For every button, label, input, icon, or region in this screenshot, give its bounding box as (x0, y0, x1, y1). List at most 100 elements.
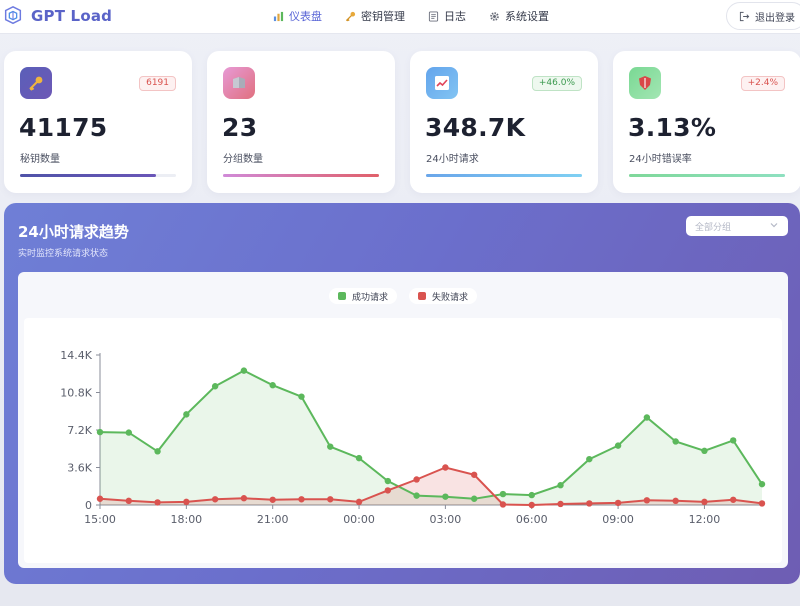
data-point (413, 476, 420, 483)
data-point (470, 471, 478, 478)
data-point (758, 480, 766, 488)
logout-button[interactable]: 退出登录 (726, 2, 800, 30)
legend-item-success[interactable]: 成功请求 (328, 288, 397, 304)
stat-card-keys: 6191 41175 秘钥数量 (4, 51, 192, 193)
shield-icon (629, 67, 661, 99)
data-point (125, 497, 132, 505)
data-point (125, 429, 132, 436)
data-point (470, 495, 478, 502)
group-select[interactable]: 全部分组 (686, 216, 788, 236)
data-point (586, 455, 593, 463)
legend-label: 成功请求 (351, 292, 388, 303)
nav-system-settings[interactable]: 系统设置 (488, 8, 549, 24)
progress-track (223, 174, 379, 177)
data-point (269, 382, 276, 389)
chevron-down-icon (770, 223, 778, 228)
app-logo[interactable]: GPT Load (2, 5, 112, 27)
data-point (614, 499, 622, 507)
status-badge: +2.4% (740, 76, 785, 91)
stat-label: 秘钥数量 (20, 154, 60, 165)
legend-item-failure[interactable]: 失败请求 (409, 288, 478, 304)
y-tick-label: 10.8K (60, 387, 92, 400)
stat-card-groups: 23 分组数量 (207, 51, 395, 193)
nav-label: 仪表盘 (289, 10, 322, 23)
data-point (672, 497, 679, 505)
gear-icon (488, 10, 500, 22)
data-point (413, 492, 420, 499)
x-tick-label: 15:00 (84, 513, 116, 526)
legend-swatch (337, 292, 346, 300)
x-tick-label: 12:00 (689, 513, 721, 526)
data-point (701, 447, 708, 455)
top-header: GPT Load 仪表盘 密钥管理 日志 系统设置 退出登录 (0, 0, 800, 34)
data-point (730, 437, 737, 444)
data-point (211, 383, 219, 390)
progress-fill (426, 174, 582, 177)
data-point (240, 367, 248, 374)
stat-value: 3.13% (628, 113, 717, 142)
nav-logs[interactable]: 日志 (427, 8, 466, 24)
y-tick-label: 14.4K (60, 349, 92, 362)
data-point (154, 448, 161, 455)
trend-up-icon (426, 67, 458, 99)
data-point (672, 438, 679, 445)
data-point (327, 443, 334, 450)
stat-card-requests: +46.0% 348.7K 24小时请求 (410, 51, 598, 193)
y-tick-label: 3.6K (67, 462, 92, 475)
data-point (384, 487, 392, 494)
nav-dashboard[interactable]: 仪表盘 (272, 8, 322, 24)
status-badge: +46.0% (531, 76, 582, 91)
request-trend-panel: 24小时请求趋势 实时监控系统请求状态 全部分组 成功请求 失败请求 0 3.6K… (4, 203, 800, 584)
data-point (327, 496, 334, 503)
nav-label: 日志 (444, 10, 466, 23)
logo-icon (4, 6, 22, 25)
stat-value: 23 (222, 113, 258, 142)
data-point (614, 442, 622, 449)
data-point (499, 490, 507, 498)
data-point (528, 491, 535, 499)
progress-track (629, 174, 785, 177)
data-point (240, 495, 248, 502)
data-point (269, 496, 276, 503)
line-chart: 0 3.6K 7.2K 10.8K 14.4K 15:00 18:00 21:00 00:00 0… (60, 349, 766, 526)
x-tick-label: 03:00 (430, 513, 462, 526)
plot-area: 0 3.6K 7.2K 10.8K 14.4K 15:00 18:00 21:00 00:00 0… (24, 318, 782, 563)
chart-container: 成功请求 失败请求 0 3.6K 7.2K 10.8K 14.4K 15:00 18:00 2… (18, 272, 788, 568)
data-point (154, 499, 161, 506)
data-point (442, 493, 449, 500)
data-point (183, 498, 190, 506)
x-tick-label: 18:00 (170, 513, 202, 526)
document-icon (427, 10, 439, 22)
data-point (183, 411, 190, 418)
key-icon (344, 10, 356, 22)
stat-value: 41175 (19, 113, 108, 142)
data-point (384, 477, 392, 485)
group-select-value: 全部分组 (695, 222, 732, 233)
data-point (758, 500, 766, 507)
y-tick-label: 0 (85, 499, 92, 512)
logout-icon (739, 11, 750, 21)
nav-key-management[interactable]: 密钥管理 (344, 8, 405, 24)
legend-label: 失败请求 (432, 292, 469, 303)
stat-card-error-rate: +2.4% 3.13% 24小时错误率 (613, 51, 800, 193)
x-tick-label: 09:00 (602, 513, 634, 526)
main-nav: 仪表盘 密钥管理 日志 系统设置 (272, 0, 571, 32)
x-tick-label: 00:00 (343, 513, 375, 526)
progress-track (426, 174, 582, 177)
data-point (355, 454, 363, 462)
x-tick-label: 06:00 (516, 513, 548, 526)
panel-subtitle: 实时监控系统请求状态 (18, 249, 109, 259)
data-point (586, 500, 593, 507)
stat-label: 分组数量 (223, 154, 263, 165)
bar-chart-icon (272, 10, 284, 22)
data-point (355, 498, 363, 506)
data-point (701, 498, 708, 506)
data-point (528, 501, 535, 509)
data-point (211, 496, 219, 503)
nav-label: 密钥管理 (361, 10, 405, 23)
data-point (643, 414, 651, 421)
status-badge: 6191 (139, 76, 176, 91)
key-icon (20, 67, 52, 99)
data-point (96, 428, 104, 436)
data-point (557, 482, 564, 489)
